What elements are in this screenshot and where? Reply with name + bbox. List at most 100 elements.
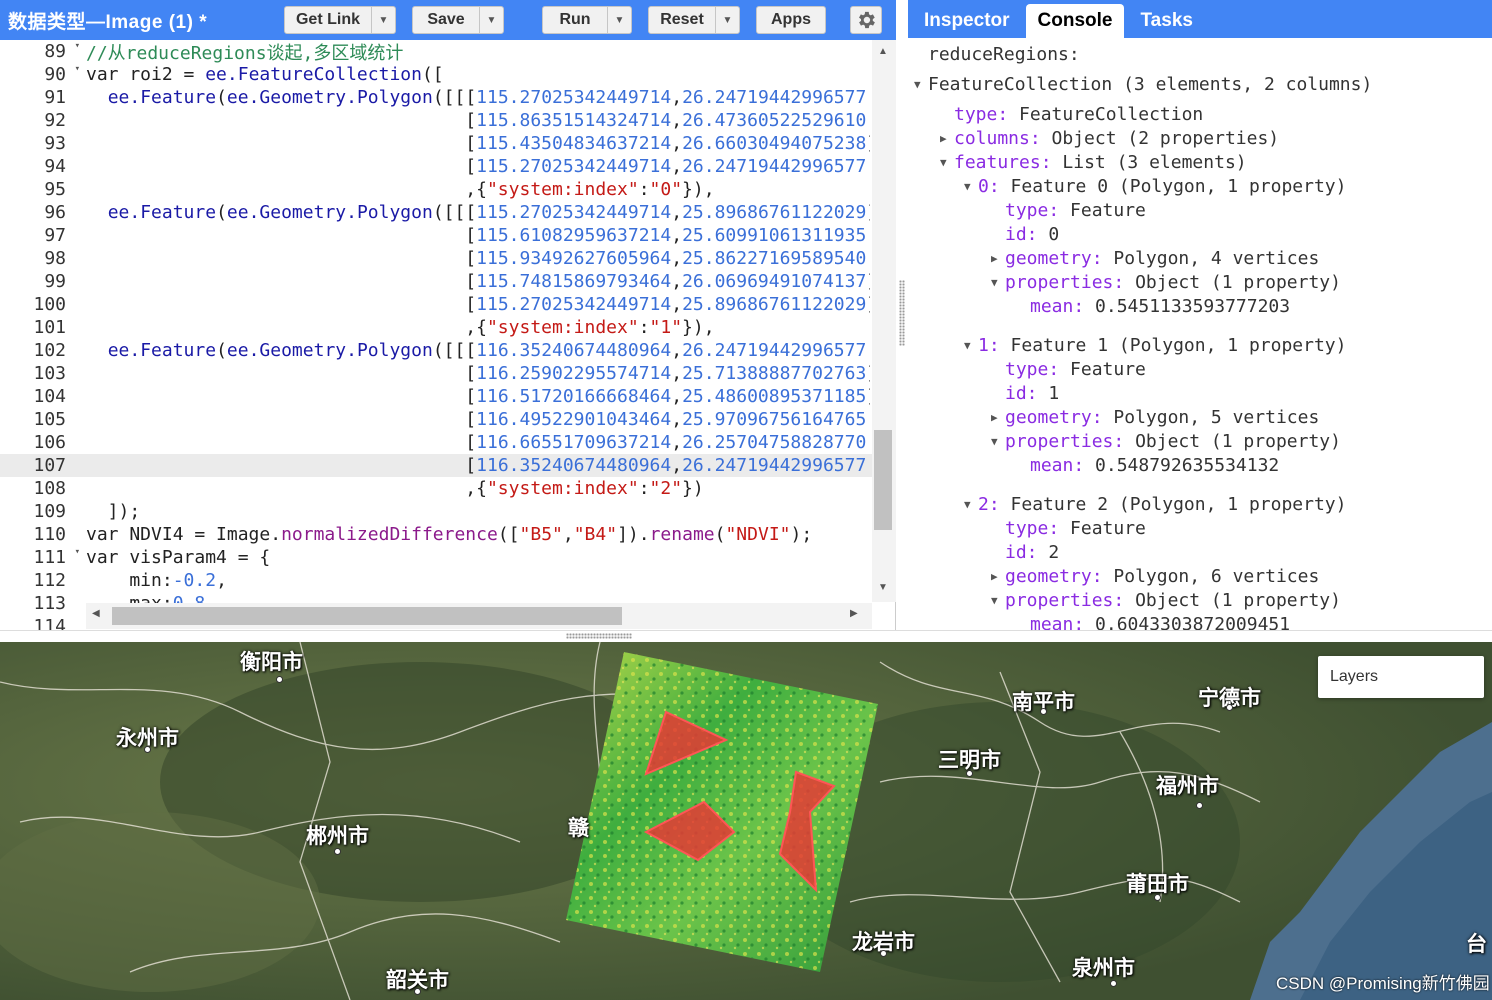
expand-arrow-icon[interactable]: ▼	[964, 498, 978, 511]
code-line[interactable]: 108 ,{"system:index":"2"})	[0, 477, 872, 500]
script-title[interactable]: 数据类型—Image (1) *	[0, 7, 270, 34]
tab-console[interactable]: Console	[1025, 4, 1125, 38]
scroll-left-icon[interactable]: ◀	[92, 608, 100, 619]
code-line[interactable]: 93 [115.43504834637214,26.66030494075238…	[0, 132, 872, 155]
code-line[interactable]: 99 [115.74815869793464,26.06969491074137…	[0, 270, 872, 293]
fold-arrow-icon[interactable]: ▾	[75, 547, 80, 557]
scrollbar-thumb[interactable]	[112, 607, 622, 625]
code-line[interactable]: 90 ▾ var roi2 = ee.FeatureCollection([	[0, 63, 872, 86]
line-number: 96	[44, 202, 66, 223]
fold-arrow-icon[interactable]: ▾	[75, 64, 80, 74]
value-label: FeatureCollection	[1019, 103, 1204, 125]
expand-arrow-icon[interactable]: ▼	[991, 435, 1005, 448]
code-line[interactable]: 95 ,{"system:index":"0"}),	[0, 178, 872, 201]
code-line-text: //从reduceRegions谈起,多区域统计	[86, 42, 404, 64]
tree-node-geometry[interactable]: ▶ geometry: Polygon, 6 vertices	[991, 564, 1319, 588]
tree-node-properties[interactable]: ▼ properties: Object (1 property)	[991, 429, 1341, 453]
scrollbar-thumb[interactable]	[874, 430, 892, 530]
expand-arrow-icon[interactable]: ▼	[914, 78, 928, 91]
apps-button[interactable]: Apps	[756, 6, 826, 34]
code-line[interactable]: 105 [116.49522901043464,25.9709675616476…	[0, 408, 872, 431]
reset-button[interactable]: Reset ▼	[648, 6, 740, 34]
code-line[interactable]: 100 [115.27025342449714,25.8968676112202…	[0, 293, 872, 316]
tree-node-feature[interactable]: ▼ 0: Feature 0 (Polygon, 1 property)	[964, 174, 1346, 198]
code-line[interactable]: 103 [116.25902295574714,25.7138888770276…	[0, 362, 872, 385]
line-number: 97	[44, 225, 66, 246]
horizontal-splitter[interactable]	[0, 630, 1492, 642]
code-horizontal-scrollbar[interactable]: ◀ ▶	[86, 603, 872, 629]
collapse-arrow-icon[interactable]: ▶	[940, 132, 954, 145]
chevron-down-icon[interactable]: ▼	[479, 7, 503, 33]
tree-node-properties[interactable]: ▼ properties: Object (1 property)	[991, 270, 1341, 294]
code-line[interactable]: 97 [115.61082959637214,25.60991061311935	[0, 224, 872, 247]
expand-arrow-icon[interactable]: ▼	[964, 180, 978, 193]
settings-button[interactable]	[850, 6, 882, 34]
key-label: properties:	[1005, 271, 1125, 293]
scroll-up-icon[interactable]: ▲	[878, 46, 888, 57]
scroll-right-icon[interactable]: ▶	[850, 608, 858, 619]
code-line[interactable]: 109 ]);	[0, 500, 872, 523]
tree-node-geometry[interactable]: ▶ geometry: Polygon, 5 vertices	[991, 405, 1319, 429]
code-line[interactable]: 107 [116.35240674480964,26.2471944299657…	[0, 454, 872, 477]
code-line[interactable]: 110 var NDVI4 = Image.normalizedDifferenc…	[0, 523, 872, 546]
code-text-area[interactable]: 89 ▾ //从reduceRegions谈起,多区域统计 90 ▾ var roi2 =…	[0, 40, 896, 630]
chevron-down-icon[interactable]: ▼	[715, 7, 739, 33]
key-label: type:	[1005, 358, 1060, 380]
tree-node-feature[interactable]: ▼ 2: Feature 2 (Polygon, 1 property)	[964, 492, 1346, 516]
value-label: Polygon, 5 vertices	[1113, 406, 1320, 428]
tree-node-collection[interactable]: ▼ FeatureCollection (3 elements, 2 colum…	[914, 72, 1372, 96]
code-line[interactable]: 94 [115.27025342449714,26.24719442996577	[0, 155, 872, 178]
tree-node-geometry[interactable]: ▶ geometry: Polygon, 4 vertices	[991, 246, 1319, 270]
code-line[interactable]: 91 ee.Feature(ee.Geometry.Polygon([[[115…	[0, 86, 872, 109]
code-line[interactable]: 92 [115.86351514324714,26.47360522529610	[0, 109, 872, 132]
code-line-text: [115.61082959637214,25.60991061311935	[86, 225, 867, 246]
save-button[interactable]: Save ▼	[412, 6, 504, 34]
run-button[interactable]: Run ▼	[542, 6, 632, 34]
code-vertical-scrollbar[interactable]: ▲ ▼	[872, 40, 896, 602]
expand-arrow-icon[interactable]: ▼	[991, 276, 1005, 289]
value-label: Polygon, 4 vertices	[1113, 247, 1320, 269]
city-label: 郴州市	[306, 825, 369, 848]
code-line[interactable]: 89 ▾ //从reduceRegions谈起,多区域统计	[0, 40, 872, 64]
line-number: 113	[33, 593, 66, 614]
tab-inspector[interactable]: Inspector	[912, 4, 1022, 38]
scroll-down-icon[interactable]: ▼	[878, 582, 888, 593]
vertical-splitter[interactable]	[896, 0, 908, 630]
code-line[interactable]: 102 ee.Feature(ee.Geometry.Polygon([[[11…	[0, 339, 872, 362]
code-line[interactable]: 106 [116.66551709637214,26.2570475882877…	[0, 431, 872, 454]
tree-node-features[interactable]: ▼ features: List (3 elements)	[940, 150, 1247, 174]
drag-handle-icon[interactable]	[566, 633, 632, 639]
code-line[interactable]: 98 [115.93492627605964,25.86227169589540	[0, 247, 872, 270]
tree-node-feature[interactable]: ▼ 1: Feature 1 (Polygon, 1 property)	[964, 333, 1346, 357]
expand-arrow-icon[interactable]: ▼	[940, 156, 954, 169]
get-link-label: Get Link	[295, 11, 360, 28]
fold-arrow-icon[interactable]: ▾	[75, 41, 80, 51]
gee-code-editor-app: 数据类型—Image (1) * Get Link ▼ Save ▼ Run ▼…	[0, 0, 1492, 1000]
chevron-down-icon[interactable]: ▼	[607, 7, 631, 33]
code-line-text: [116.66551709637214,26.25704758828770	[86, 432, 867, 453]
chevron-down-icon[interactable]: ▼	[371, 7, 395, 33]
tree-node-columns[interactable]: ▶ columns: Object (2 properties)	[940, 126, 1279, 150]
expand-arrow-icon[interactable]: ▼	[991, 594, 1005, 607]
city-marker-icon	[144, 746, 151, 753]
code-line[interactable]: 112 min:-0.2,	[0, 569, 872, 592]
tree-node-properties[interactable]: ▼ properties: Object (1 property)	[991, 588, 1341, 612]
tree-row-id: id: 2	[1005, 540, 1059, 564]
map-view[interactable]: 衡阳市 永州市 郴州市 韶关市赣南平市 宁德市 三明市 福州市 莆田市 龙岩市 泉州市台 Laye…	[0, 642, 1492, 1000]
collapse-arrow-icon[interactable]: ▶	[991, 570, 1005, 583]
code-line[interactable]: 101 ,{"system:index":"1"}),	[0, 316, 872, 339]
code-line[interactable]: 96 ee.Feature(ee.Geometry.Polygon([[[115…	[0, 201, 872, 224]
line-number: 95	[44, 179, 66, 200]
layers-button[interactable]: Layers	[1318, 656, 1484, 698]
collapse-arrow-icon[interactable]: ▶	[991, 252, 1005, 265]
code-line[interactable]: 104 [116.51720166668464,25.4860089537118…	[0, 385, 872, 408]
code-line-text: [116.35240674480964,26.24719442996577	[86, 455, 867, 476]
drag-handle-icon[interactable]	[899, 280, 905, 346]
collapse-arrow-icon[interactable]: ▶	[991, 411, 1005, 424]
expand-arrow-icon[interactable]: ▼	[964, 339, 978, 352]
code-line[interactable]: 111 ▾ var visParam4 = {	[0, 546, 872, 569]
city-marker-icon	[1040, 708, 1047, 715]
value-label: 0.548792635534132	[1095, 454, 1280, 476]
tab-tasks[interactable]: Tasks	[1128, 4, 1204, 38]
get-link-button[interactable]: Get Link ▼	[284, 6, 396, 34]
